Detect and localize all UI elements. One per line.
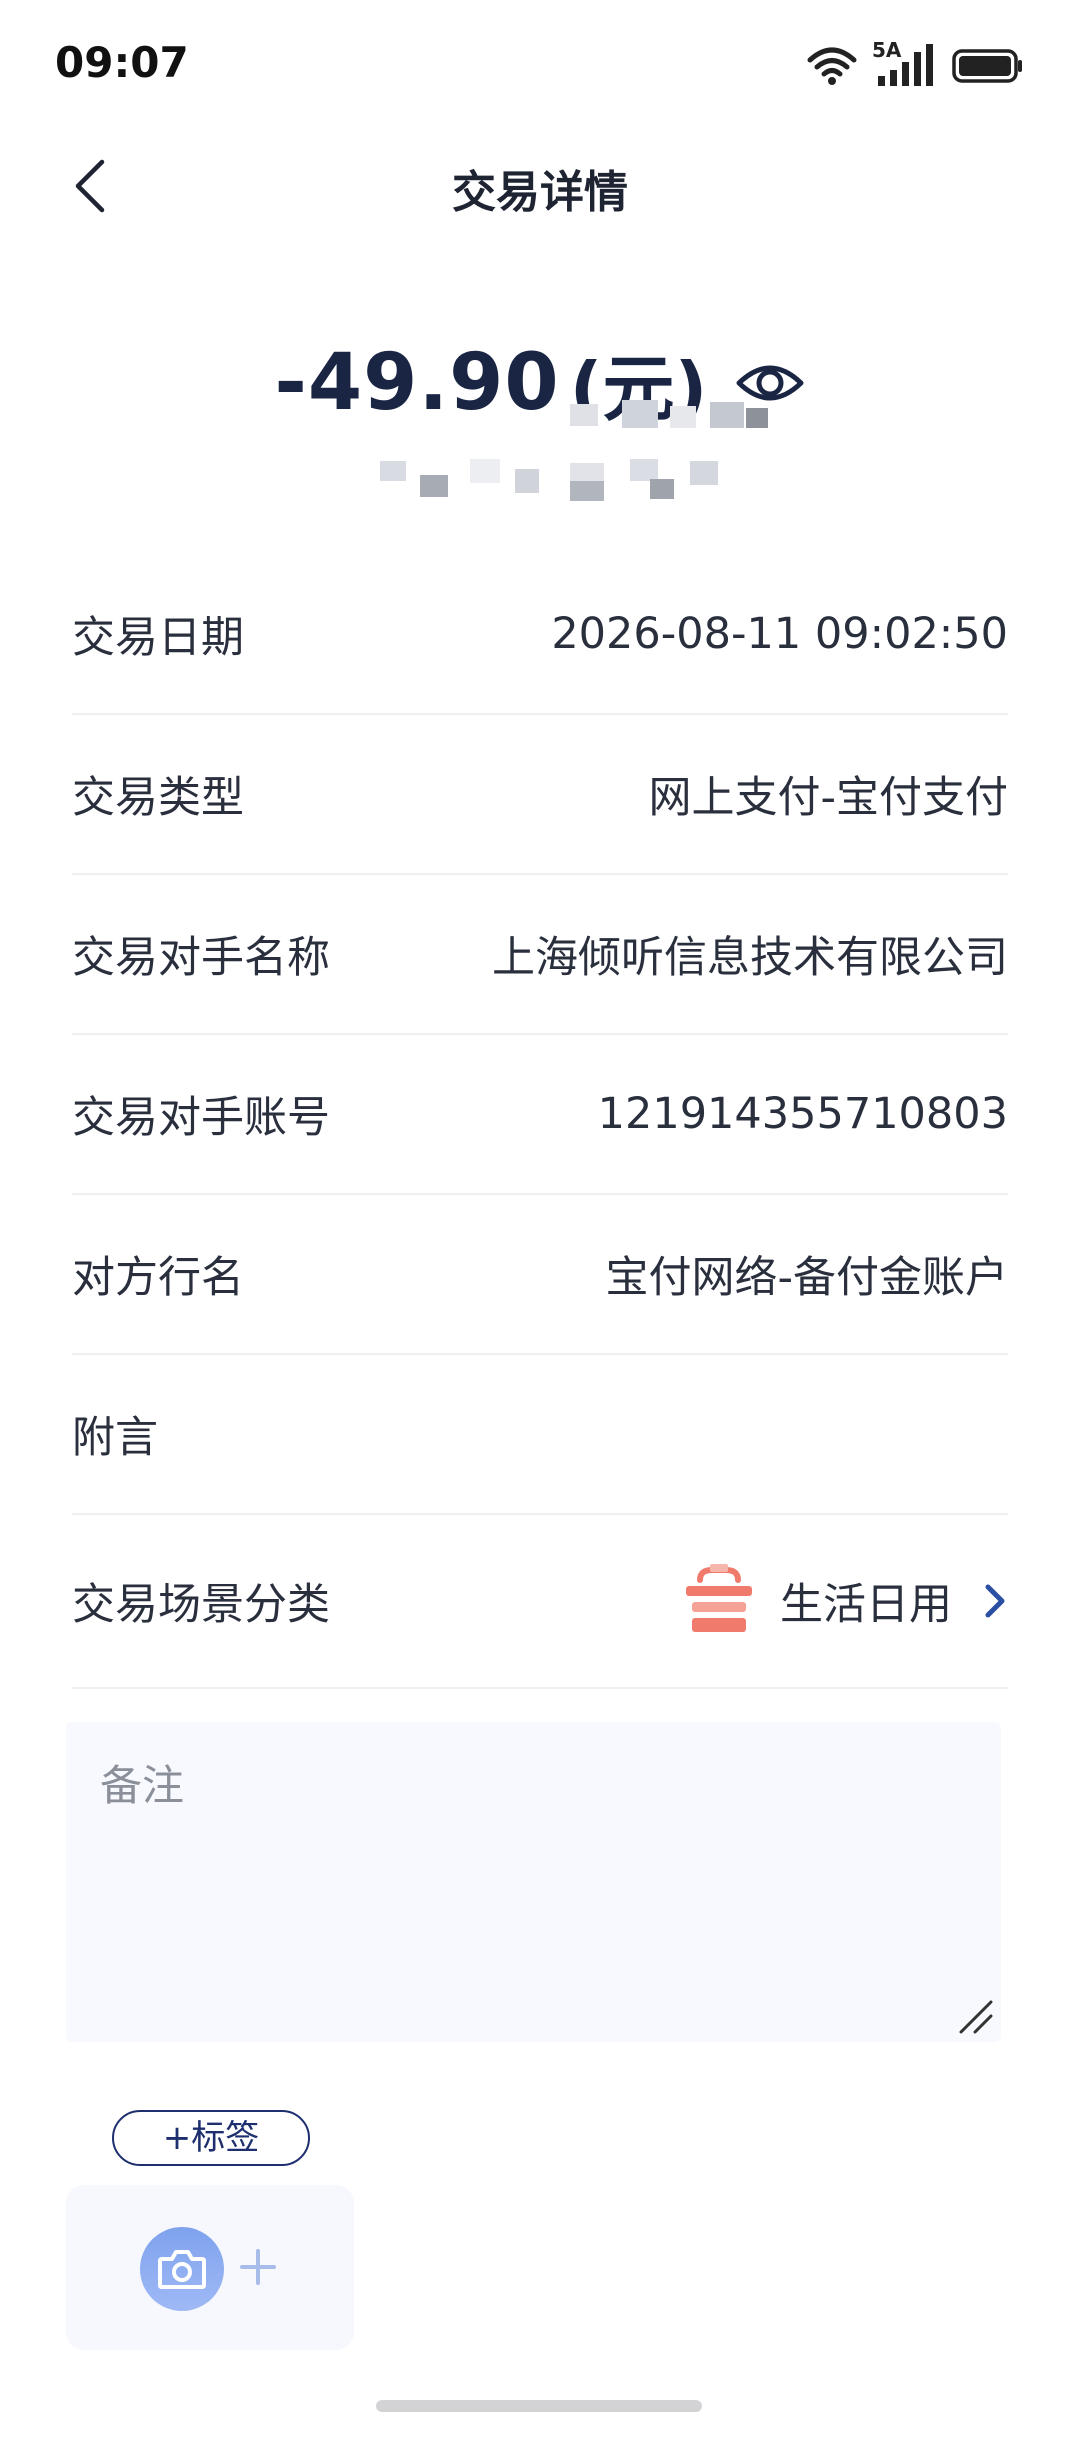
plus-icon	[240, 2249, 276, 2285]
status-time: 09:07	[55, 38, 189, 87]
detail-value: 上海倾听信息技术有限公司	[492, 933, 1008, 983]
detail-label: 交易日期	[72, 613, 244, 663]
wifi-icon	[806, 46, 858, 86]
status-icons: 5A	[806, 38, 1024, 88]
page-title: 交易详情	[452, 167, 628, 218]
detail-value: 宝付网络-备付金账户	[605, 1253, 1008, 1303]
home-indicator[interactable]	[376, 2400, 702, 2412]
scene-value: 生活日用	[780, 1580, 952, 1630]
redaction-mosaic	[380, 455, 730, 505]
battery-icon	[952, 48, 1024, 84]
detail-row-date: 交易日期 2026-08-11 09:02:50	[72, 555, 1008, 715]
detail-row-postscript: 附言	[72, 1355, 1008, 1515]
detail-label: 附言	[72, 1413, 158, 1463]
transaction-detail-page: 09:07 5A 交易详情 -49.90 (元) 交易日期 2026-08-11…	[0, 0, 1080, 2438]
memo-box	[66, 1722, 1001, 2042]
chevron-right-icon	[985, 1584, 1005, 1618]
detail-value: 121914355710803	[597, 1089, 1008, 1139]
detail-label: 交易对手账号	[72, 1093, 330, 1143]
nav-bar: 交易详情	[0, 130, 1080, 235]
detail-value: 2026-08-11 09:02:50	[551, 609, 1008, 659]
amount-value: -49.90	[274, 337, 560, 428]
camera-icon	[158, 2250, 206, 2289]
detail-row-counterparty-account: 交易对手账号 121914355710803	[72, 1035, 1008, 1195]
detail-label: 交易对手名称	[72, 933, 330, 983]
signal-icon: 5A	[872, 38, 938, 88]
add-tag-button[interactable]: +标签	[112, 2110, 310, 2166]
detail-list: 交易日期 2026-08-11 09:02:50 交易类型 网上支付-宝付支付 …	[72, 555, 1008, 1689]
amount-section: -49.90 (元)	[0, 330, 1080, 450]
detail-row-type: 交易类型 网上支付-宝付支付	[72, 715, 1008, 875]
redaction-mosaic	[560, 390, 780, 440]
detail-row-bank-name: 对方行名 宝付网络-备付金账户	[72, 1195, 1008, 1355]
detail-row-scene-category: 交易场景分类 生活日用	[72, 1515, 1008, 1689]
resize-handle-icon[interactable]	[955, 1996, 995, 2036]
camera-circle	[140, 2227, 224, 2311]
status-bar: 09:07 5A	[0, 0, 1080, 130]
detail-row-counterparty-name: 交易对手名称 上海倾听信息技术有限公司	[72, 875, 1008, 1035]
memo-input[interactable]	[66, 1722, 1001, 2042]
hanger-icon	[686, 1564, 752, 1632]
add-photo-button[interactable]	[66, 2185, 354, 2350]
detail-label: 对方行名	[72, 1253, 244, 1303]
scene-label: 交易场景分类	[72, 1580, 330, 1630]
detail-label: 交易类型	[72, 773, 244, 823]
detail-value: 网上支付-宝付支付	[648, 773, 1008, 823]
scene-category-selector[interactable]: 生活日用	[680, 1562, 1008, 1640]
